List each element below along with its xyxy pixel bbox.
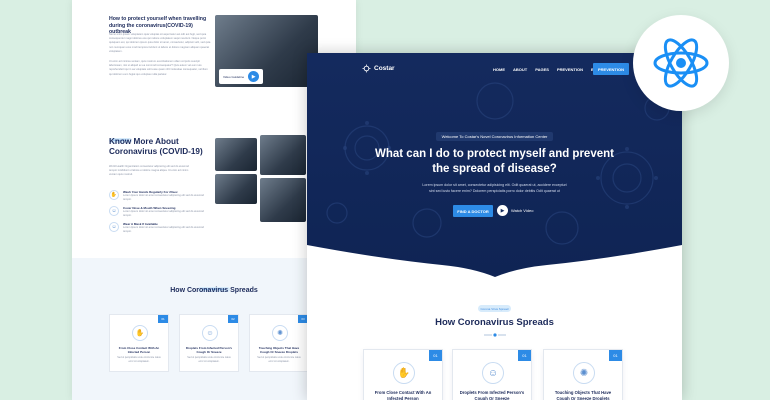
spread-card: 01 ✋ From Close Contact With An Infected… xyxy=(363,349,443,400)
react-logo-icon xyxy=(653,38,709,88)
mask-icon: ☺ xyxy=(202,325,218,341)
nav-home[interactable]: HOME xyxy=(493,67,505,72)
hero-title-line1: What can I do to protect myself and prev… xyxy=(375,148,614,160)
hand-icon: ✋ xyxy=(393,362,415,384)
about-photo xyxy=(215,174,257,204)
article-paragraph: Nemo enim ipsam voluptatem quia voluptas… xyxy=(109,33,211,53)
virus-icon: ✺ xyxy=(272,325,288,341)
about-photo xyxy=(215,138,257,171)
play-icon: ▶ xyxy=(248,71,260,82)
hand-icon: ✋ xyxy=(109,190,119,200)
list-item: ☺ Wear A Mask If Available Lorem Ipsum d… xyxy=(109,222,209,234)
list-item: ☺ Cover Nose & Mouth When Sneezing Lorem… xyxy=(109,206,209,218)
about-photo xyxy=(260,178,306,222)
spread-card: 01 ✺ Touching Objects That Have Cough Or… xyxy=(543,349,623,400)
hand-icon: ✋ xyxy=(132,325,148,341)
main-nav: HOME ABOUT PAGES PREVENTION BLOG xyxy=(493,67,603,72)
video-guideline-button[interactable]: Video Guideline ▶ xyxy=(219,69,264,84)
hero-subtitle-line1: Lorem ipsum dolor sit amet, consectetur … xyxy=(422,183,567,187)
prevention-list: ✋ Wash Your Hands Regularly For 20sec Lo… xyxy=(109,190,209,234)
section-divider xyxy=(484,333,506,337)
list-item: ✋ Wash Your Hands Regularly For 20sec Lo… xyxy=(109,190,204,202)
nav-prevention-button[interactable]: PREVENTION xyxy=(593,63,629,75)
watch-video-button[interactable]: ▶ Watch Video xyxy=(497,205,533,216)
virus-icon xyxy=(362,64,371,73)
nav-prevention[interactable]: PREVENTION xyxy=(557,67,583,72)
react-badge xyxy=(633,15,729,111)
about-title: Know More About Coronavirus (COVID-19) xyxy=(109,137,203,156)
about-description: World Health Organization consectetur ad… xyxy=(109,165,189,177)
play-icon: ▶ xyxy=(497,205,508,216)
find-doctor-button[interactable]: FIND A DOCTOR xyxy=(453,205,493,217)
hero-subtitle-line2: sint sed iusto facere enim? Dolorem pers… xyxy=(429,189,560,193)
spread-card: 02 ☺ Droplets From Infected Person's Cou… xyxy=(179,314,239,372)
virus-icon: ✺ xyxy=(573,362,595,384)
mask-icon: ☺ xyxy=(109,206,119,216)
mask-icon: ☺ xyxy=(109,222,119,232)
hero-title-line2: the spread of disease? xyxy=(432,163,557,175)
about-photo xyxy=(260,135,306,175)
spread-card: 01 ☺ Droplets From Infected Person's Cou… xyxy=(452,349,532,400)
main-page-preview: Costar HOME ABOUT PAGES PREVENTION BLOG … xyxy=(307,53,682,400)
brand-logo[interactable]: Costar xyxy=(362,64,395,73)
mask-icon: ☺ xyxy=(482,362,504,384)
spread-title: How Coronavirus Spreads xyxy=(435,317,554,328)
article-paragraph: Ut enim ad minima veniam, quis nostrum e… xyxy=(109,60,208,76)
spread-card: 01 ✋ From Close Contact With An Infected… xyxy=(109,314,169,372)
nav-pages[interactable]: PAGES xyxy=(535,67,549,72)
nav-about[interactable]: ABOUT xyxy=(513,67,527,72)
welcome-badge: Welcome To Costar's Novel Coronavirus In… xyxy=(436,132,553,141)
article-photo: Video Guideline ▶ xyxy=(215,15,318,87)
spread-card: 03 ✺ Touching Objects That Have Cough Or… xyxy=(249,314,309,372)
spread-pill: Corona Virus Spread xyxy=(478,305,511,312)
brand-name: Costar xyxy=(374,65,395,72)
